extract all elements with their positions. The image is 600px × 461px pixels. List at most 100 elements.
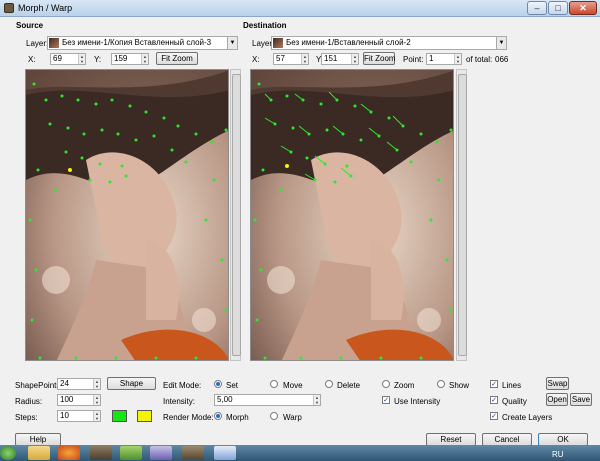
spin-arrows-icon[interactable]: ▲ ▼ — [93, 411, 100, 421]
radius-value: 100 — [60, 395, 74, 404]
source-heading: Source — [16, 21, 44, 30]
source-y-value: 159 — [114, 54, 128, 63]
render-mode-morph-label: Morph — [226, 413, 249, 422]
source-y-field[interactable]: 159 ▲ ▼ — [111, 53, 149, 65]
destination-x-value: 57 — [276, 54, 285, 63]
destination-x-label: X: — [252, 55, 260, 64]
save-button[interactable]: Save — [570, 393, 592, 406]
destination-x-field[interactable]: 57 ▲ ▼ — [273, 53, 309, 65]
source-vertical-scrollbar[interactable] — [230, 69, 241, 361]
edit-mode-move-radio[interactable] — [270, 380, 278, 388]
swap-button[interactable]: Swap — [546, 377, 569, 390]
point-value: 1 — [429, 54, 434, 63]
spin-arrows-icon[interactable]: ▲ ▼ — [313, 395, 320, 405]
quality-label: Quality — [502, 397, 527, 406]
layer-thumbnail — [273, 38, 283, 48]
spin-arrows-icon[interactable]: ▲ ▼ — [141, 54, 148, 64]
leaf-app-icon[interactable] — [120, 446, 142, 460]
start-orb-icon[interactable] — [0, 446, 16, 460]
maximize-button[interactable]: □ — [548, 1, 568, 15]
create-layers-checkbox[interactable]: ✓ — [490, 412, 498, 420]
destination-heading: Destination — [243, 21, 287, 30]
radius-label: Radius: — [15, 397, 43, 406]
lines-label: Lines — [502, 381, 522, 390]
scrollbar-thumb[interactable] — [232, 74, 241, 356]
edit-mode-move-label: Move — [283, 381, 303, 390]
word-icon[interactable] — [214, 446, 236, 460]
spin-arrows-icon[interactable]: ▲ ▼ — [93, 395, 100, 405]
shape-points-value: 24 — [60, 379, 69, 388]
edit-mode-set-radio[interactable] — [214, 380, 222, 388]
destination-portrait — [251, 70, 453, 360]
edit-mode-delete-radio[interactable] — [325, 380, 333, 388]
title-bar — [0, 0, 600, 17]
render-mode-warp-radio[interactable] — [270, 412, 278, 420]
layer-thumbnail — [49, 38, 59, 48]
point-field[interactable]: 1 ▲ ▼ — [426, 53, 462, 65]
source-fit-zoom-button[interactable]: Fit Zoom — [156, 52, 198, 65]
render-mode-label: Render Mode: — [163, 413, 214, 422]
steps-value: 10 — [60, 411, 69, 420]
destination-y-value: 151 — [324, 54, 338, 63]
spin-arrows-icon[interactable]: ▲ ▼ — [301, 54, 308, 64]
destination-y-field[interactable]: 151 ▲ ▼ — [321, 53, 359, 65]
selected-point-color-swatch[interactable] — [137, 410, 152, 422]
open-button[interactable]: Open — [546, 393, 568, 406]
edit-mode-zoom-label: Zoom — [394, 381, 415, 390]
create-layers-label: Create Layers — [502, 413, 553, 422]
source-portrait — [26, 70, 228, 360]
point-label: Point: — [403, 55, 424, 64]
source-layer-label: Layer: — [26, 39, 49, 48]
spin-arrows-icon[interactable]: ▲ ▼ — [454, 54, 461, 64]
source-image-canvas[interactable] — [25, 69, 229, 361]
point-color-swatch[interactable] — [112, 410, 127, 422]
language-indicator[interactable]: RU — [552, 450, 564, 459]
edit-mode-show-label: Show — [449, 381, 470, 390]
chevron-down-icon[interactable]: ▼ — [227, 37, 237, 49]
steps-label: Steps: — [15, 413, 38, 422]
render-mode-warp-label: Warp — [283, 413, 302, 422]
steps-field[interactable]: 10 ▲ ▼ — [57, 410, 101, 422]
source-y-label: Y: — [94, 55, 102, 64]
spin-arrows-icon[interactable]: ▲ ▼ — [78, 54, 85, 64]
intensity-label: Intensity: — [163, 397, 196, 406]
chevron-down-icon[interactable]: ▼ — [496, 37, 506, 49]
intensity-value: 5,00 — [217, 395, 233, 404]
scrollbar-thumb[interactable] — [458, 74, 467, 356]
destination-layer-select[interactable]: Без имени-1/Вставленный слой-2 ▼ — [271, 36, 507, 50]
source-layer-value: Без имени-1/Копия Вставленный слой-3 — [62, 38, 212, 47]
shape-points-field[interactable]: 24 ▲ ▼ — [57, 378, 101, 390]
of-total-value: 066 — [495, 55, 509, 64]
edit-mode-label: Edit Mode: — [163, 381, 202, 390]
edit-mode-set-label: Set — [226, 381, 239, 390]
minimize-button[interactable]: – — [527, 1, 547, 15]
edit-mode-zoom-radio[interactable] — [382, 380, 390, 388]
source-x-value: 69 — [53, 54, 62, 63]
edit-mode-show-radio[interactable] — [437, 380, 445, 388]
shape-button[interactable]: Shape — [107, 377, 156, 390]
source-x-field[interactable]: 69 ▲ ▼ — [50, 53, 86, 65]
gimp-window-icon[interactable] — [182, 446, 204, 460]
source-layer-select[interactable]: Без имени-1/Копия Вставленный слой-3 ▼ — [47, 36, 238, 50]
window-title: Morph / Warp — [18, 3, 73, 13]
folder-icon[interactable] — [28, 446, 50, 460]
destination-fit-zoom-button[interactable]: Fit Zoom — [363, 52, 396, 65]
quality-checkbox[interactable]: ✓ — [490, 396, 498, 404]
app-icon — [4, 3, 14, 13]
spin-arrows-icon[interactable]: ▲ ▼ — [93, 379, 100, 389]
radius-field[interactable]: 100 ▲ ▼ — [57, 394, 101, 406]
edit-mode-delete-label: Delete — [337, 381, 361, 390]
mail-icon[interactable] — [150, 446, 172, 460]
spin-arrows-icon[interactable]: ▲ ▼ — [351, 54, 358, 64]
intensity-field[interactable]: 5,00 ▲ ▼ — [214, 394, 321, 406]
render-mode-morph-radio[interactable] — [214, 412, 222, 420]
gimp-icon[interactable] — [90, 446, 112, 460]
lines-checkbox[interactable]: ✓ — [490, 380, 498, 388]
destination-image-canvas[interactable] — [250, 69, 454, 361]
firefox-icon[interactable] — [58, 446, 80, 460]
destination-vertical-scrollbar[interactable] — [456, 69, 467, 361]
destination-layer-value: Без имени-1/Вставленный слой-2 — [286, 38, 411, 47]
use-intensity-checkbox[interactable]: ✓ — [382, 396, 390, 404]
source-x-label: X: — [28, 55, 36, 64]
close-button[interactable]: ✕ — [569, 1, 597, 15]
